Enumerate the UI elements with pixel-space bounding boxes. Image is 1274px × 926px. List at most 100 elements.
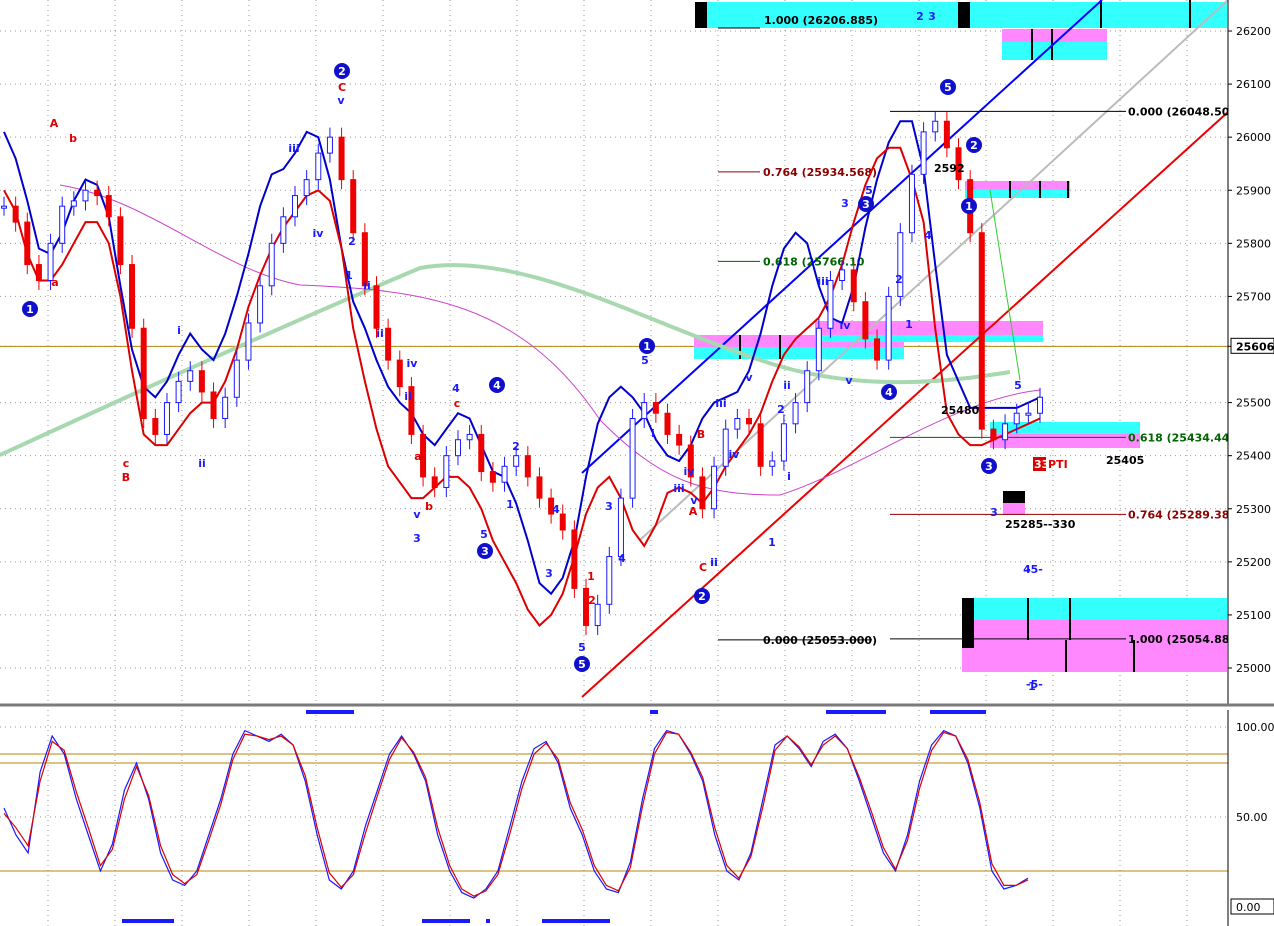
wave-label: 3 <box>862 198 870 211</box>
wave-label: 5 <box>944 81 952 94</box>
target-box-marker <box>1003 491 1015 503</box>
candle-body <box>1 205 7 209</box>
candle-body <box>431 476 438 489</box>
candle-body <box>1037 396 1043 414</box>
signal-marker <box>306 710 354 714</box>
price-annotation: 2592 <box>934 162 965 175</box>
wave-label: iv <box>840 319 852 332</box>
candle-body <box>990 428 997 441</box>
candle-body <box>757 423 764 467</box>
wave-label: 5 <box>480 528 488 541</box>
candle-body <box>745 418 752 425</box>
wave-label: ii <box>404 390 412 403</box>
candle-body <box>1025 412 1032 416</box>
wave-label: 2 <box>916 10 924 23</box>
wave-label: 1 <box>506 498 514 511</box>
wave-label: C <box>338 81 346 94</box>
candle-body <box>1013 412 1020 425</box>
wave-label: iii <box>673 482 684 495</box>
price-tick-label: 25100 <box>1236 609 1271 622</box>
wave-label: A <box>50 117 59 130</box>
candle-body <box>1002 423 1009 441</box>
candle-body <box>501 465 508 483</box>
candle-body <box>920 131 927 175</box>
candle-body <box>396 359 403 388</box>
candle-body <box>385 327 392 361</box>
candle-body <box>268 242 275 287</box>
price-annotation: -5- <box>1026 563 1043 576</box>
candle-body <box>594 603 601 627</box>
wave-label: 1 <box>587 570 595 583</box>
signal-marker <box>542 919 610 923</box>
oscillator-axis[interactable]: 100.00 50.00 0.00 <box>1227 710 1274 926</box>
wave-label: 2 <box>970 139 978 152</box>
price-tick-label: 26000 <box>1236 131 1271 144</box>
candle-body <box>699 476 706 510</box>
candle-body <box>105 195 112 218</box>
price-annotation: PTI <box>1048 458 1068 471</box>
candle-body <box>222 396 229 420</box>
candle-body <box>373 285 380 329</box>
candle-body <box>70 200 77 207</box>
price-tick-label: 26100 <box>1236 78 1271 91</box>
price-annotation: -5- <box>1026 678 1043 691</box>
wave-label: 4 <box>452 382 460 395</box>
price-annotation: 33 <box>1034 458 1049 471</box>
wave-label: 1 <box>905 318 913 331</box>
price-tick-label: 25900 <box>1236 184 1271 197</box>
candle-body <box>350 179 357 234</box>
target-box <box>1002 42 1107 60</box>
signal-marker <box>486 919 490 923</box>
target-box-marker <box>962 620 974 648</box>
candle-body <box>943 120 950 149</box>
wave-label: 3 <box>605 500 613 513</box>
wave-label: 1 <box>345 269 353 282</box>
candle-body <box>559 513 566 531</box>
fib-label: 1.000 (26206.885) <box>764 14 878 27</box>
wave-label: iii <box>817 275 828 288</box>
candle-body <box>198 370 205 393</box>
oscillator-tick-label: 50.00 <box>1236 811 1268 824</box>
price-tick-label: 25000 <box>1236 662 1271 675</box>
candle-body <box>769 460 776 467</box>
candle-body <box>245 322 252 361</box>
price-tick-label: 25500 <box>1236 397 1271 410</box>
price-tick-label: 25400 <box>1236 450 1271 463</box>
wave-label: 5 <box>1014 379 1022 392</box>
wave-label: 4 <box>924 229 932 242</box>
candle-body <box>12 205 19 223</box>
signal-marker <box>930 710 986 714</box>
candle-body <box>292 195 299 218</box>
wave-label: iv <box>313 227 325 240</box>
wave-label: v <box>337 94 345 107</box>
wave-label: c <box>454 397 461 410</box>
wave-label: 2 <box>895 273 903 286</box>
candle-body <box>664 412 671 435</box>
wave-label: A <box>689 505 698 518</box>
wave-label: a <box>414 450 421 463</box>
wave-label: ii <box>783 379 791 392</box>
price-tick-label: 26200 <box>1236 25 1271 38</box>
target-box <box>990 422 1140 434</box>
target-box <box>962 648 1227 672</box>
price-axis[interactable]: 26200 26100 26000 25900 25800 25700 25606. 2550… <box>1227 0 1274 704</box>
wave-label: B <box>122 471 130 484</box>
candle-body <box>874 338 881 361</box>
wave-label: 2 <box>588 594 596 607</box>
target-box-marker <box>1015 491 1025 503</box>
wave-label: 5 <box>578 641 586 654</box>
wave-label: 4 <box>618 552 626 565</box>
fib-label: 0.764 (25934.568) <box>763 166 877 179</box>
candle-body <box>606 556 613 605</box>
candle-body <box>326 136 333 154</box>
candle-body <box>792 402 799 425</box>
wave-label: v <box>413 508 421 521</box>
candle-body <box>338 136 345 181</box>
candle-body <box>617 497 624 558</box>
fib-label: 0.618 (25434.449 <box>1128 431 1237 444</box>
candle-body <box>35 264 42 281</box>
fib-label: 0.000 (26048.509 <box>1128 105 1237 118</box>
target-box <box>1002 29 1107 42</box>
wave-label: b <box>69 132 77 145</box>
wave-label: ii <box>376 327 384 340</box>
